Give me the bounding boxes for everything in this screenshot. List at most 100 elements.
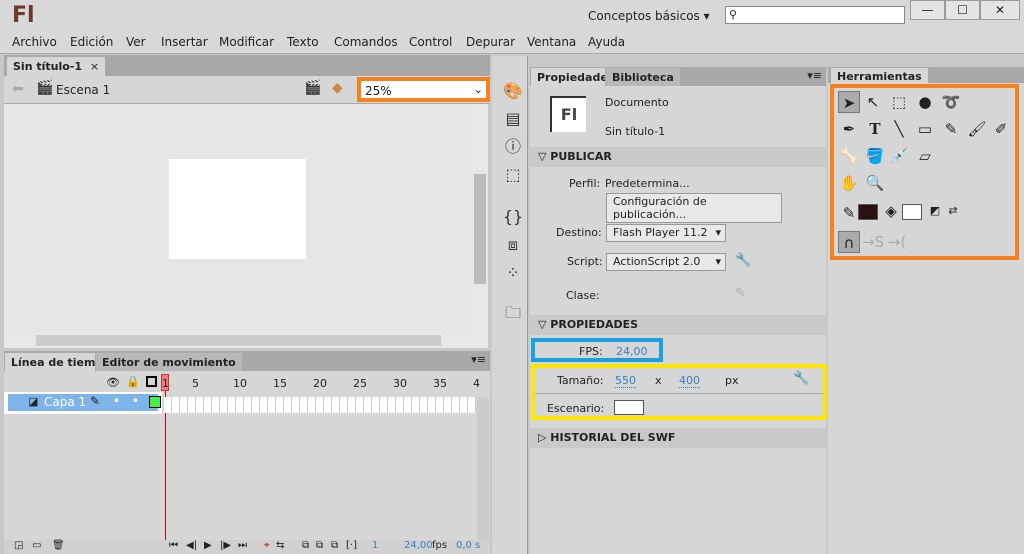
panel-menu-icon[interactable]: ▾≡ [471,353,486,366]
eye-icon[interactable]: 👁 [106,376,120,389]
eyedropper-tool-icon[interactable]: 💉 [888,145,910,167]
menu-ver[interactable]: Ver [126,35,146,49]
pencil-icon[interactable]: ✎ [735,286,746,301]
rectangle-tool-icon[interactable]: ▭ [914,118,936,140]
visibility-dot[interactable]: • [113,394,120,408]
back-arrow-icon[interactable]: ⬅ [12,81,24,97]
outline-icon[interactable] [146,376,157,387]
straighten-icon[interactable]: →( [886,231,908,253]
frame-strip[interactable] [164,397,476,413]
hand-tool-icon[interactable]: ✋ [838,172,860,194]
menu-ventana[interactable]: Ventana [527,35,576,49]
stage-area[interactable] [4,104,472,333]
3d-rotation-tool-icon[interactable]: ● [914,91,936,113]
document-tab[interactable]: Sin título-1 × [6,56,107,76]
target-select[interactable]: Flash Player 11.2 ▾ [606,224,726,242]
menu-edicion[interactable]: Edición [70,35,113,49]
paint-bucket-tool-icon[interactable]: 🪣 [864,145,886,167]
code-snippets-icon[interactable]: {} [502,206,524,228]
close-tab-icon[interactable]: × [90,60,99,73]
zoom-tool-icon[interactable]: 🔍 [864,172,886,194]
timeline-vertical-scrollbar[interactable] [477,397,489,547]
script-select[interactable]: ActionScript 2.0 ▾ [606,253,726,271]
lasso-tool-icon[interactable]: ➰ [940,91,962,113]
fps-value[interactable]: 24,00 [616,345,648,359]
new-folder-icon[interactable]: ▭ [32,540,41,551]
color-palette-icon[interactable]: 🎨 [502,80,524,102]
menu-comandos[interactable]: Comandos [334,35,398,49]
onion-outline-icon[interactable]: ⧉ [316,540,323,551]
menu-insertar[interactable]: Insertar [161,35,208,49]
width-value[interactable]: 550 [615,374,636,388]
stage-vertical-scrollbar[interactable] [472,104,488,333]
lock-icon[interactable]: 🔒 [126,375,140,388]
selection-tool-icon[interactable]: ➤ [838,91,860,113]
scrollbar-thumb[interactable] [36,335,441,346]
height-value[interactable]: 400 [679,374,700,388]
subselection-tool-icon[interactable]: ↖ [862,91,884,113]
pencil-tool-icon[interactable]: ✎ [940,118,962,140]
wrench-icon[interactable]: 🔧 [793,371,809,386]
edit-scene-icon[interactable]: 🎬 [304,80,321,96]
current-frame[interactable]: 1 [372,540,378,551]
edit-multiple-icon[interactable]: ⧉ [331,540,338,551]
bone-tool-icon[interactable]: 🦴 [838,145,860,167]
fill-color-swatch[interactable] [902,204,922,220]
loop-icon[interactable]: ⇆ [276,540,284,551]
new-layer-icon[interactable]: ◲ [14,540,23,551]
onion-markers-icon[interactable]: [·] [346,540,357,551]
smooth-icon[interactable]: →S [862,231,884,253]
snap-magnet-icon[interactable]: ∩ [838,231,860,253]
center-frame-icon[interactable]: ⌖ [264,540,270,551]
publish-section-header[interactable]: ▽ PUBLICAR [530,147,826,167]
align-icon[interactable]: ▤ [502,108,524,130]
motion-presets-icon[interactable]: ⁘ [502,262,524,284]
text-tool-icon[interactable]: T [864,118,886,140]
layer-color-swatch[interactable] [149,396,161,408]
transform-icon[interactable]: ⬚ [502,164,524,186]
eraser-tool-icon[interactable]: ▱ [914,145,936,167]
info-icon[interactable]: ⓘ [502,136,524,158]
deco-tool-icon[interactable]: ✐ [990,118,1012,140]
brush-tool-icon[interactable]: 🖌 [966,118,988,140]
zoom-select[interactable]: 25% ⌄ [357,77,490,102]
scrollbar-thumb[interactable] [474,174,486,284]
edit-symbols-icon[interactable]: ◆ [332,80,343,96]
help-search-input[interactable]: ⚲ [725,6,905,24]
swap-colors-icon[interactable]: ⇄ [942,200,964,222]
stroke-color-swatch[interactable] [858,204,878,220]
project-icon[interactable]: 🗀 [502,302,524,324]
pen-tool-icon[interactable]: ✒ [838,118,860,140]
step-forward-icon[interactable]: |▶ [220,540,231,551]
swf-history-section-header[interactable]: ▷ HISTORIAL DEL SWF [530,428,826,448]
frame-rate[interactable]: 24,00 [404,540,433,551]
lock-dot[interactable]: • [132,394,139,408]
stage-horizontal-scrollbar[interactable] [4,333,488,348]
workspace-switcher[interactable]: Conceptos básicos ▾ [588,9,710,23]
minimize-button[interactable]: — [910,0,945,20]
last-frame-icon[interactable]: ⏭ [238,540,247,551]
panel-menu-icon[interactable]: ▾≡ [807,69,822,82]
properties-section-header[interactable]: ▽ PROPIEDADES [530,315,826,335]
components-icon[interactable]: ⧈ [502,234,524,256]
menu-control[interactable]: Control [409,35,452,49]
menu-texto[interactable]: Texto [287,35,319,49]
first-frame-icon[interactable]: ⏮ [169,540,178,551]
tab-tools[interactable]: Herramientas [830,67,929,83]
line-tool-icon[interactable]: ╲ [888,118,910,140]
play-icon[interactable]: ▶ [204,540,212,551]
layer-row[interactable]: ◪ Capa 1 ✎ • • [8,394,161,411]
free-transform-tool-icon[interactable]: ⬚ [888,91,910,113]
trash-icon[interactable]: 🗑 [52,540,65,551]
publish-settings-button[interactable]: Configuración de publicación... [606,193,782,223]
step-back-icon[interactable]: ◀| [186,540,197,551]
menu-modificar[interactable]: Modificar [219,35,274,49]
onion-skin-icon[interactable]: ⧉ [302,540,309,551]
maximize-button[interactable]: ☐ [945,0,980,20]
stage[interactable] [169,159,306,259]
tab-motion-editor[interactable]: Editor de movimiento [95,352,243,371]
menu-archivo[interactable]: Archivo [12,35,57,49]
menu-ayuda[interactable]: Ayuda [588,35,625,49]
tab-library[interactable]: Biblioteca [605,67,681,86]
stage-color-swatch[interactable] [614,400,644,415]
